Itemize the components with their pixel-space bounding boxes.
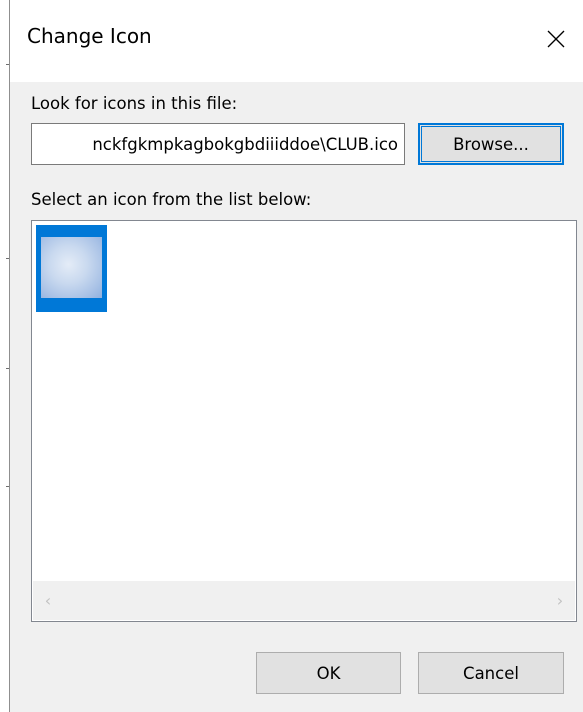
- title-bar: Change Icon: [10, 0, 583, 82]
- scroll-left-arrow-icon[interactable]: ‹: [33, 581, 63, 620]
- file-path-value: nckfgkmpkagbokgbdiiiddoe\CLUB.ico: [92, 134, 398, 154]
- ok-button-label: OK: [316, 663, 341, 683]
- focus-ring: [421, 126, 561, 162]
- file-path-label: Look for icons in this file:: [31, 94, 238, 113]
- scroll-right-arrow-icon[interactable]: ›: [545, 581, 575, 620]
- edge-tick: [6, 368, 9, 369]
- club-icon: [41, 237, 102, 298]
- ok-button[interactable]: OK: [256, 652, 401, 694]
- close-icon: [547, 30, 564, 48]
- background-window-edge: [0, 0, 10, 712]
- edge-tick: [6, 486, 9, 487]
- edge-tick: [6, 64, 9, 65]
- icon-list-label: Select an icon from the list below:: [31, 190, 312, 209]
- cancel-button[interactable]: Cancel: [418, 652, 564, 694]
- change-icon-dialog: Change Icon Look for icons in this file:…: [10, 0, 583, 712]
- close-button[interactable]: [528, 8, 583, 70]
- edge-tick: [6, 258, 9, 259]
- icon-list[interactable]: ‹ ›: [31, 220, 577, 622]
- cancel-button-label: Cancel: [463, 663, 519, 683]
- browse-button[interactable]: Browse...: [418, 123, 564, 165]
- horizontal-scrollbar[interactable]: ‹ ›: [33, 581, 575, 620]
- file-path-input[interactable]: nckfgkmpkagbokgbdiiiddoe\CLUB.ico: [31, 123, 405, 165]
- screen: Change Icon Look for icons in this file:…: [0, 0, 583, 712]
- icon-list-item-selected[interactable]: [36, 225, 107, 312]
- dialog-title: Change Icon: [27, 24, 152, 48]
